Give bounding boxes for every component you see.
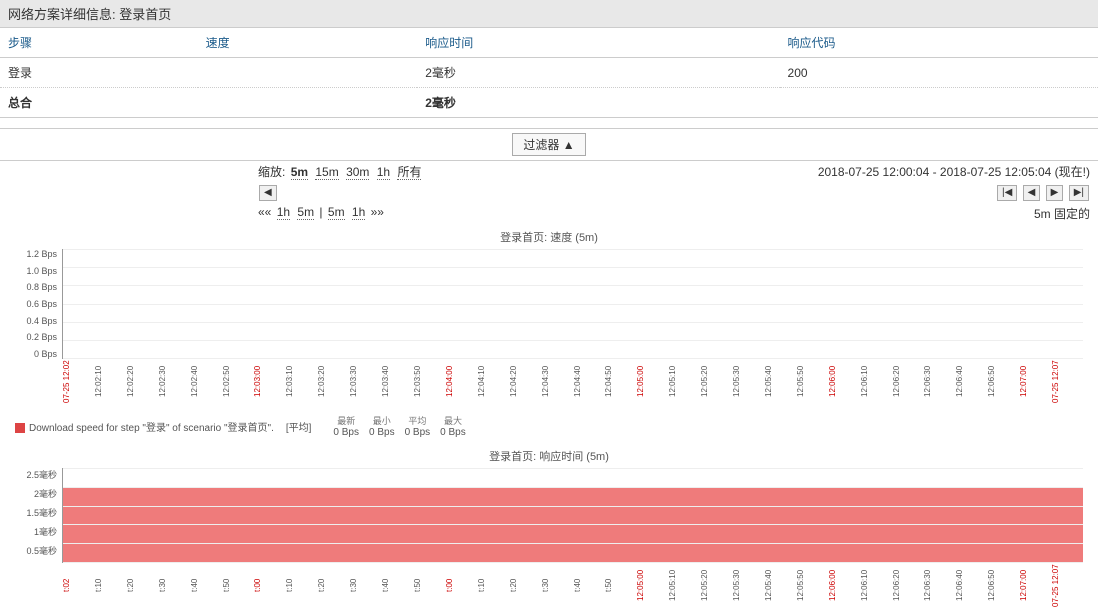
fixed-link-1[interactable]: 5m (297, 205, 314, 220)
nav-row: ◀ |◀ ◀ ▶ ▶| (0, 182, 1098, 203)
cell-total-resp-time: 2毫秒 (417, 88, 779, 118)
response-plot[interactable] (62, 468, 1083, 563)
zoom-15m[interactable]: 15m (315, 165, 338, 180)
legend-avg-label: [平均] (286, 419, 312, 434)
legend-swatch-icon (15, 423, 25, 433)
fixed-right-label: 5m 固定的 (1034, 205, 1090, 222)
cell-resp-code: 200 (780, 58, 1098, 88)
fixed-link-3[interactable]: 5m (328, 205, 345, 220)
zoom-all[interactable]: 所有 (397, 165, 421, 180)
filter-button[interactable]: 过滤器 ▲ (512, 133, 585, 156)
response-chart: 登录首页: 响应时间 (5m) 2.5毫秒2毫秒1.5毫秒1毫秒0.5毫秒 t:… (0, 443, 1098, 613)
nav-next-button[interactable]: ▶ (1046, 185, 1064, 201)
speed-chart-title: 登录首页: 速度 (5m) (15, 229, 1083, 245)
cell-resp-time: 2毫秒 (417, 58, 779, 88)
fixed-prefix: «« (258, 205, 271, 219)
steps-table: 步骤 速度 响应时间 响应代码 登录 2毫秒 200 总合 2毫秒 (0, 28, 1098, 118)
speed-legend: Download speed for step "登录" of scenario… (0, 409, 1098, 443)
nav-prev2-button[interactable]: ◀ (1023, 185, 1041, 201)
zoom-5m[interactable]: 5m (291, 165, 308, 180)
speed-yaxis: 1.2 Bps1.0 Bps0.8 Bps0.6 Bps0.4 Bps0.2 B… (15, 249, 57, 359)
nav-last-button[interactable]: ▶| (1069, 185, 1089, 201)
zoom-30m[interactable]: 30m (346, 165, 369, 180)
cell-total-label: 总合 (0, 88, 198, 118)
zoom-range-label: 2018-07-25 12:00:04 - 2018-07-25 12:05:0… (818, 163, 1090, 180)
fixed-sep: | (319, 205, 322, 219)
col-resp-time[interactable]: 响应时间 (417, 28, 779, 58)
filter-row: 过滤器 ▲ (0, 128, 1098, 161)
col-speed[interactable]: 速度 (198, 28, 418, 58)
response-yaxis: 2.5毫秒2毫秒1.5毫秒1毫秒0.5毫秒 (15, 468, 57, 563)
page-title: 网络方案详细信息: 登录首页 (0, 0, 1098, 28)
fixed-link-4[interactable]: 1h (352, 205, 365, 220)
fixed-row: «« 1h 5m | 5m 1h »» 5m 固定的 (0, 203, 1098, 224)
nav-prev-button[interactable]: ◀ (259, 185, 277, 201)
speed-plot[interactable] (62, 249, 1083, 359)
response-chart-title: 登录首页: 响应时间 (5m) (15, 448, 1083, 464)
response-xaxis: t:02t:10t:20t:30t:40t:50t:00t:10t:20t:30… (62, 563, 1083, 608)
col-step[interactable]: 步骤 (0, 28, 198, 58)
legend-stats: 最新0 Bps最小0 Bps平均0 Bps最大0 Bps (323, 414, 465, 438)
cell-total-resp-code (780, 88, 1098, 118)
fixed-link-0[interactable]: 1h (277, 205, 290, 220)
table-total-row: 总合 2毫秒 (0, 88, 1098, 118)
col-resp-code[interactable]: 响应代码 (780, 28, 1098, 58)
zoom-row: 缩放: 5m 15m 30m 1h 所有 2018-07-25 12:00:04… (0, 161, 1098, 182)
table-row[interactable]: 登录 2毫秒 200 (0, 58, 1098, 88)
cell-step: 登录 (0, 58, 198, 88)
cell-speed (198, 58, 418, 88)
speed-xaxis: 07-25 12:0212:02:1012:02:2012:02:3012:02… (62, 359, 1083, 404)
fixed-suffix: »» (371, 205, 384, 219)
zoom-1h[interactable]: 1h (377, 165, 390, 180)
legend-label: Download speed for step "登录" of scenario… (29, 423, 274, 434)
cell-total-speed (198, 88, 418, 118)
zoom-label: 缩放: (258, 165, 285, 179)
nav-first-button[interactable]: |◀ (997, 185, 1017, 201)
speed-chart: 登录首页: 速度 (5m) 1.2 Bps1.0 Bps0.8 Bps0.6 B… (0, 224, 1098, 409)
